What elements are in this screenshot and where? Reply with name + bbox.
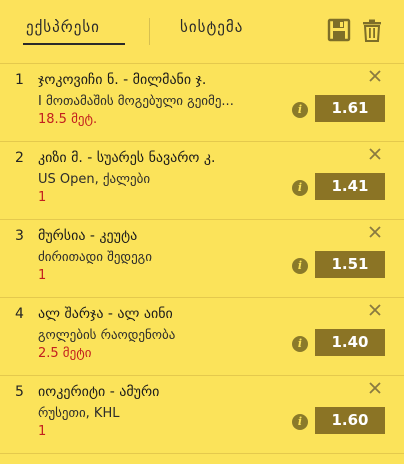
bet-slip-item: 1 ჯოკოვიჩი ნ. - მილმანი ჯ. I მოთამაშის მ… — [0, 63, 404, 141]
close-icon — [369, 70, 381, 82]
info-icon[interactable]: i — [292, 102, 308, 118]
slip-number: 1 — [15, 72, 24, 88]
close-icon — [369, 148, 381, 160]
slip-number: 2 — [15, 150, 24, 166]
remove-selection-button[interactable] — [366, 223, 384, 241]
bet-slip-panel: ექსპრესი სისტემა 1 ჯოკოვიჩი ნ. - მილმანი… — [0, 0, 404, 464]
match-title: ჯოკოვიჩი ნ. - მილმანი ჯ. — [38, 72, 207, 88]
remove-selection-button[interactable] — [366, 145, 384, 163]
remove-selection-button[interactable] — [366, 67, 384, 85]
tab-divider — [149, 18, 150, 45]
info-icon[interactable]: i — [292, 336, 308, 352]
match-title: იოკერიტი - ამური — [38, 384, 160, 400]
close-icon — [369, 226, 381, 238]
info-icon[interactable]: i — [292, 414, 308, 430]
odds-badge[interactable]: 1.51 — [315, 251, 385, 278]
match-title: ალ შარჯა - ალ აინი — [38, 306, 173, 322]
info-icon[interactable]: i — [292, 180, 308, 196]
market-subtitle: რუსეთი, KHL — [38, 406, 120, 421]
close-icon — [369, 304, 381, 316]
market-subtitle: US Open, ქალები — [38, 172, 151, 187]
bet-slip-tabs: ექსპრესი სისტემა — [0, 0, 404, 63]
odds-badge[interactable]: 1.40 — [315, 329, 385, 356]
save-button[interactable] — [327, 18, 351, 42]
active-tab-underline — [23, 43, 125, 45]
market-subtitle: ძირითადი შედეგი — [38, 250, 152, 265]
info-icon[interactable]: i — [292, 258, 308, 274]
selected-outcome: 2.5 მეტი — [38, 346, 92, 361]
bet-slip-item: 5 იოკერიტი - ამური რუსეთი, KHL 1 i 1.60 — [0, 375, 404, 453]
slip-number: 5 — [15, 384, 24, 400]
bet-slip-item: 2 კიზი მ. - სუარეს ნავარო კ. US Open, ქა… — [0, 141, 404, 219]
remove-selection-button[interactable] — [366, 379, 384, 397]
odds-badge[interactable]: 1.60 — [315, 407, 385, 434]
divider — [0, 453, 404, 464]
trash-icon — [363, 19, 381, 42]
market-subtitle: I მოთამაშის მოგებული გეიმე... — [38, 94, 234, 109]
tab-express[interactable]: ექსპრესი — [26, 18, 100, 36]
slip-number: 4 — [15, 306, 24, 322]
market-subtitle: გოლების რაოდენობა — [38, 328, 176, 343]
selected-outcome: 18.5 მეტ. — [38, 112, 98, 127]
match-title: მურსია - კეუტა — [38, 228, 138, 244]
bet-slip-item: 4 ალ შარჯა - ალ აინი გოლების რაოდენობა 2… — [0, 297, 404, 375]
odds-badge[interactable]: 1.41 — [315, 173, 385, 200]
clear-all-button[interactable] — [360, 18, 384, 42]
bet-slip-item: 3 მურსია - კეუტა ძირითადი შედეგი 1 i 1.5… — [0, 219, 404, 297]
close-icon — [369, 382, 381, 394]
floppy-disk-icon — [327, 18, 351, 42]
slip-number: 3 — [15, 228, 24, 244]
selected-outcome: 1 — [38, 190, 47, 205]
selected-outcome: 1 — [38, 424, 47, 439]
match-title: კიზი მ. - სუარეს ნავარო კ. — [38, 150, 216, 166]
tab-system[interactable]: სისტემა — [180, 18, 243, 36]
odds-badge[interactable]: 1.61 — [315, 95, 385, 122]
remove-selection-button[interactable] — [366, 301, 384, 319]
selected-outcome: 1 — [38, 268, 47, 283]
